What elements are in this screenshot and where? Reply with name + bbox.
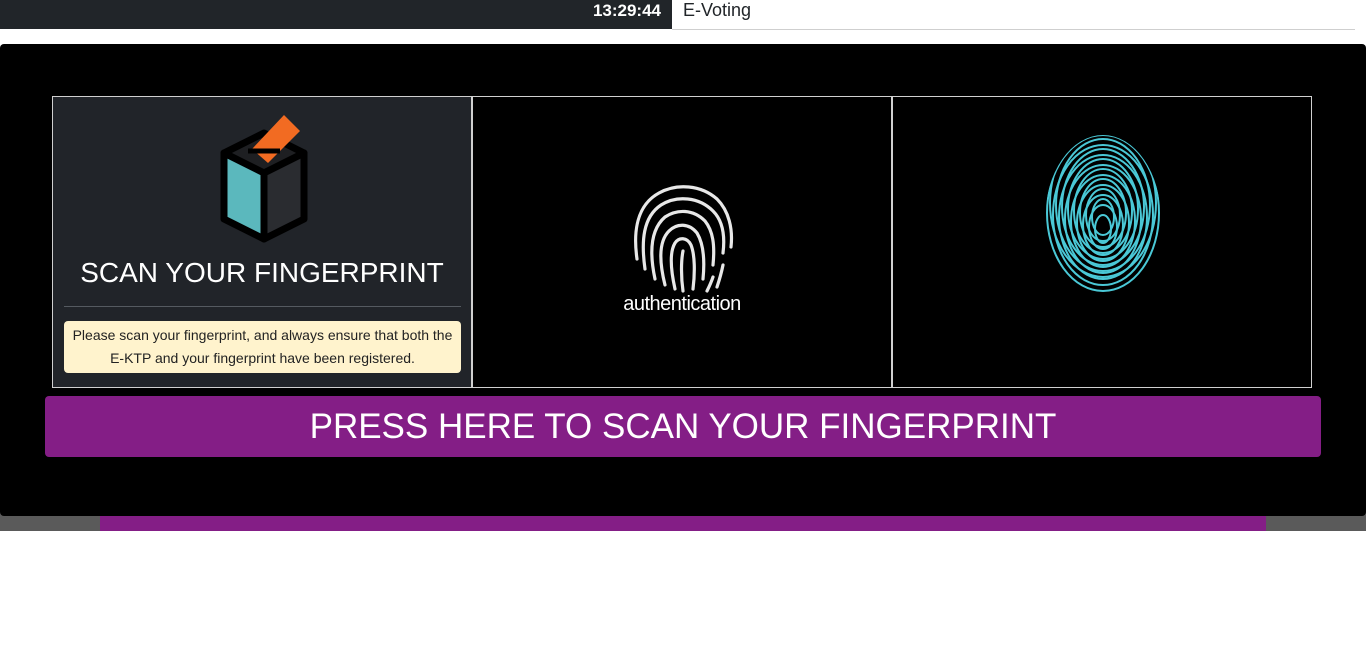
auth-card: authentication <box>472 96 892 388</box>
top-bar: 13:29:44 E-Voting <box>0 0 1366 30</box>
card-title: SCAN YOUR FINGERPRINT <box>80 257 444 288</box>
authentication-label: authentication <box>623 293 741 315</box>
clock-area: 13:29:44 <box>0 0 672 29</box>
header-divider <box>672 29 1355 30</box>
notice-alert: Please scan your fingerprint, and always… <box>64 321 461 373</box>
app-title: E-Voting <box>683 0 752 20</box>
scan-card <box>892 96 1312 388</box>
clock-text: 13:29:44 <box>592 1 661 20</box>
scan-fingerprint-button[interactable]: PRESS HERE TO SCAN YOUR FINGERPRINT <box>45 396 1321 457</box>
card-divider <box>64 306 461 307</box>
info-card: SCAN YOUR FINGERPRINT Please scan your f… <box>52 96 472 388</box>
fingerprint-scan-icon <box>1046 135 1160 292</box>
fingerprint-icon <box>634 185 734 293</box>
ballot-box-icon <box>220 115 308 243</box>
